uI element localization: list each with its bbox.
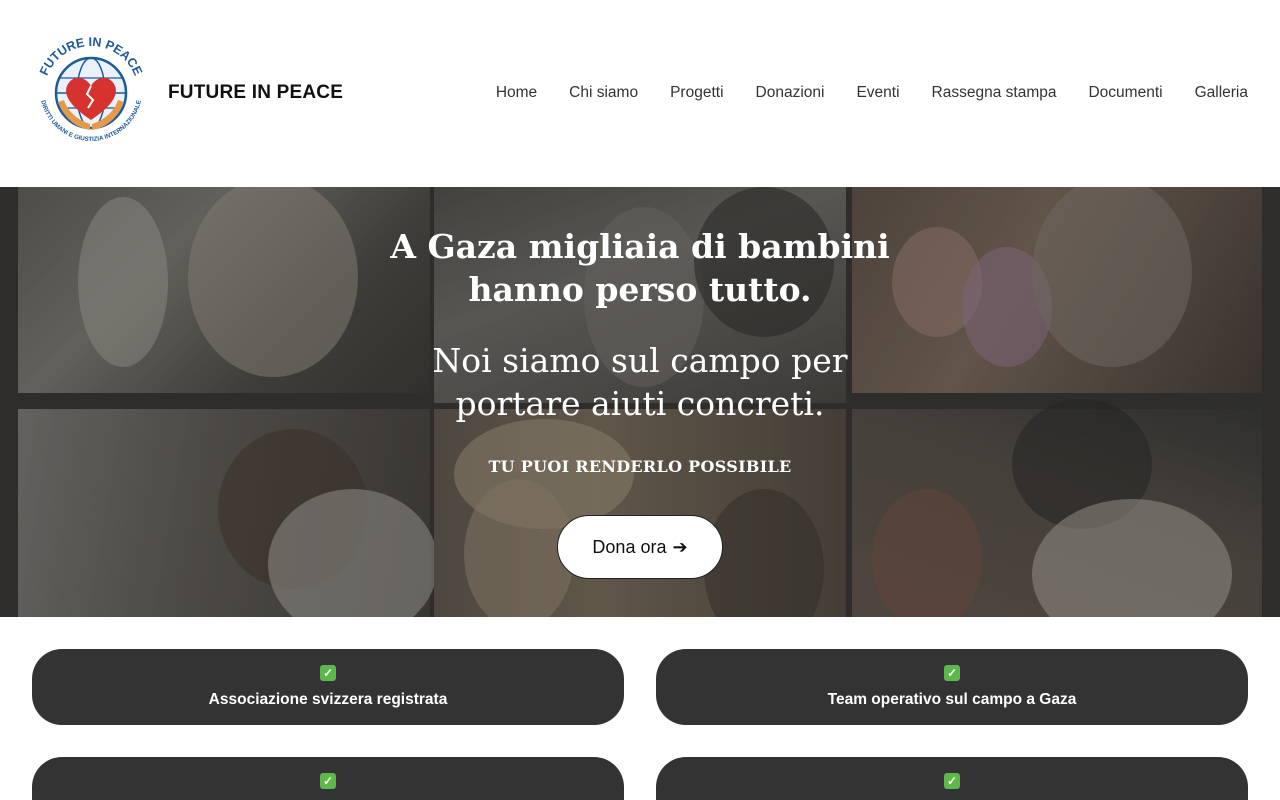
hero-content: A Gaza migliaia di bambini hanno perso t…	[0, 187, 1280, 617]
nav-donazioni[interactable]: Donazioni	[756, 84, 825, 102]
feature-text: Associazione svizzera registrata	[208, 691, 448, 708]
logo-emblem-icon: FUTURE IN PEACE DIRITTI UMANI E GIUSTIZI…	[33, 35, 149, 151]
hero-headline-line-1: A Gaza migliaia di bambini	[390, 227, 890, 266]
checkmark-icon: ✓	[944, 773, 960, 789]
checkmark-icon: ✓	[944, 665, 960, 681]
checkmark-icon: ✓	[320, 773, 336, 789]
nav-progetti[interactable]: Progetti	[670, 84, 723, 102]
checkmark-icon: ✓	[320, 665, 336, 681]
hero-headline: A Gaza migliaia di bambini hanno perso t…	[0, 225, 1280, 311]
nav-eventi[interactable]: Eventi	[856, 84, 899, 102]
hero-subheadline: Noi siamo sul campo per portare aiuti co…	[0, 339, 1280, 425]
feature-card: ✓	[656, 757, 1248, 800]
hero-subheadline-line-1: Noi siamo sul campo per	[432, 341, 848, 380]
nav-galleria[interactable]: Galleria	[1195, 84, 1248, 102]
site-title[interactable]: FUTURE IN PEACE	[168, 82, 343, 104]
feature-card: ✓	[32, 757, 624, 800]
donate-button-label: Dona ora	[592, 536, 667, 557]
main-nav: Home Chi siamo Progetti Donazioni Eventi…	[496, 84, 1248, 102]
nav-chi-siamo[interactable]: Chi siamo	[569, 84, 638, 102]
donate-button[interactable]: Dona ora ➔	[557, 515, 723, 579]
site-logo[interactable]: FUTURE IN PEACE DIRITTI UMANI E GIUSTIZI…	[30, 32, 152, 154]
site-header: FUTURE IN PEACE DIRITTI UMANI E GIUSTIZI…	[0, 0, 1280, 187]
features-section: ✓ Associazione svizzera registrata ✓ Tea…	[0, 617, 1280, 800]
nav-documenti[interactable]: Documenti	[1088, 84, 1162, 102]
hero-cta-text: TU PUOI RENDERLO POSSIBILE	[488, 457, 792, 476]
hero-headline-line-2: hanno perso tutto.	[468, 270, 812, 309]
feature-card: ✓ Team operativo sul campo a Gaza	[656, 649, 1248, 725]
hero-subheadline-line-2: portare aiuti concreti.	[455, 384, 825, 423]
hero-section: A Gaza migliaia di bambini hanno perso t…	[0, 187, 1280, 617]
nav-rassegna-stampa[interactable]: Rassegna stampa	[932, 84, 1057, 102]
feature-card: ✓ Associazione svizzera registrata	[32, 649, 624, 725]
arrow-right-icon: ➔	[672, 536, 688, 557]
feature-text: Team operativo sul campo a Gaza	[827, 691, 1077, 708]
nav-home[interactable]: Home	[496, 84, 537, 102]
